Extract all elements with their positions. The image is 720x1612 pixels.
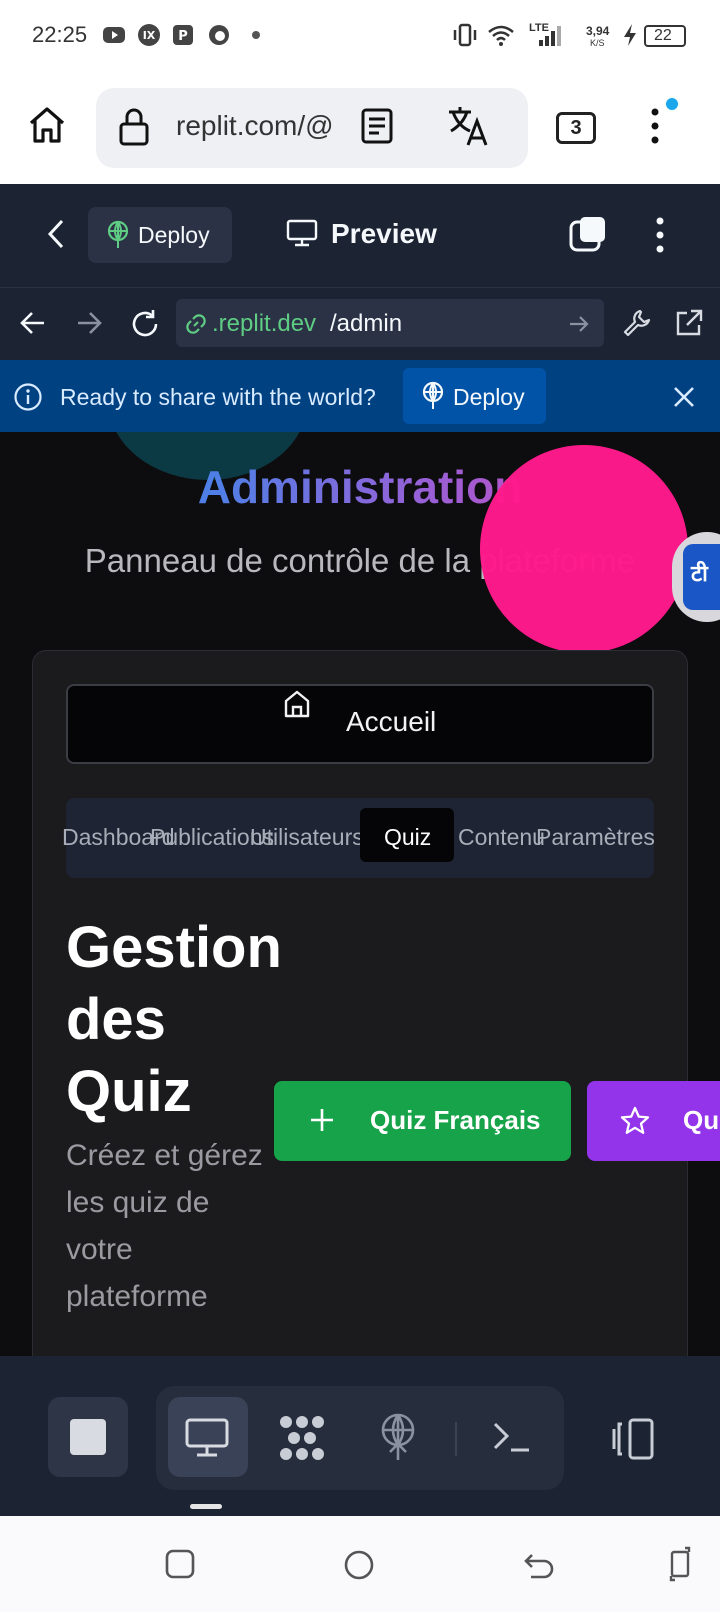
switch-tab-icon[interactable]: [568, 214, 608, 254]
monitor-icon: [286, 218, 318, 248]
home-icon: [282, 688, 312, 720]
tab-content[interactable]: Contenu: [458, 824, 545, 851]
reload-icon[interactable]: [130, 309, 160, 339]
agent-icon[interactable]: [278, 1414, 326, 1462]
open-external-icon[interactable]: [674, 308, 704, 338]
charging-icon: [622, 23, 638, 47]
section-description: Créez et gérez les quiz de votre platefo…: [66, 1139, 263, 1313]
panels-icon[interactable]: [608, 1417, 656, 1461]
go-arrow-icon[interactable]: [568, 313, 590, 335]
info-icon: [13, 382, 43, 412]
section-title: Gestion des Quiz: [66, 915, 282, 1124]
deploy-icon[interactable]: [378, 1412, 418, 1464]
translate-bubble-icon: टी: [683, 544, 720, 610]
terminal-icon[interactable]: [492, 1420, 532, 1456]
toolbar-divider: [455, 1422, 457, 1456]
add-quiz-label: Qu: [683, 1105, 720, 1135]
monitor-icon: [184, 1417, 230, 1459]
deploy-button-label: Deploy: [138, 222, 210, 248]
tab-quiz-label: Quiz: [384, 824, 432, 850]
tab-users[interactable]: Utilisateurs: [250, 824, 364, 851]
add-french-quiz-label: Quiz Français: [370, 1105, 541, 1135]
reader-mode-icon[interactable]: [360, 107, 394, 145]
webview-forward-icon[interactable]: [76, 310, 102, 336]
star-icon: [619, 1105, 651, 1137]
svg-text:IX: IX: [143, 29, 156, 42]
stop-icon: [70, 1419, 106, 1455]
lock-icon[interactable]: [118, 106, 150, 148]
signal-icon: [537, 24, 563, 48]
youtube-icon: [102, 23, 126, 47]
net-speed: 3,94: [586, 24, 610, 38]
back-nav-icon[interactable]: [523, 1550, 555, 1580]
preview-tab-label[interactable]: Preview: [331, 218, 437, 250]
rotate-icon[interactable]: [668, 1546, 692, 1582]
plus-icon: [309, 1107, 335, 1133]
svg-text:P: P: [178, 29, 188, 44]
deploy-icon: [104, 220, 132, 250]
more-notifications-dot: [252, 31, 260, 39]
banner-message: Ready to share with the world?: [60, 384, 376, 410]
translate-icon[interactable]: [446, 104, 490, 148]
app-notification-icon: IX: [137, 23, 161, 47]
webview-url-path: /admin: [330, 310, 403, 337]
net-speed-unit: K/S: [590, 38, 605, 48]
tab-settings[interactable]: Paramètres: [536, 824, 655, 851]
deploy-icon: [420, 381, 446, 411]
vibrate-icon: [450, 23, 480, 47]
browser-menu-icon[interactable]: [650, 107, 660, 145]
home-icon[interactable]: [26, 104, 68, 146]
firefox-icon: [207, 23, 231, 47]
home-button-label: Accueil: [346, 706, 437, 737]
app-notification-icon: P: [171, 23, 195, 47]
battery-level: 22: [654, 27, 672, 44]
recents-icon[interactable]: [164, 1549, 196, 1579]
banner-deploy-label: Deploy: [453, 384, 525, 410]
wifi-icon: [486, 23, 516, 47]
link-icon: [184, 312, 208, 336]
address-bar-url[interactable]: replit.com/@: [176, 110, 336, 142]
admin-page: Administration Panneau de contrôle de la…: [0, 432, 720, 1356]
update-badge: [666, 98, 678, 110]
home-nav-icon[interactable]: [343, 1549, 375, 1581]
status-time: 22:25: [32, 22, 88, 47]
webview-url-domain: .replit.dev: [212, 310, 317, 337]
more-options-icon[interactable]: [655, 216, 665, 254]
back-icon[interactable]: [44, 218, 68, 250]
close-icon[interactable]: [673, 386, 695, 408]
webview-back-icon[interactable]: [20, 310, 46, 336]
touch-indicator-overlay: [480, 445, 688, 653]
tab-switcher-button[interactable]: 3: [556, 112, 596, 144]
active-tool-indicator: [190, 1504, 222, 1509]
devtools-wrench-icon[interactable]: [622, 308, 652, 338]
